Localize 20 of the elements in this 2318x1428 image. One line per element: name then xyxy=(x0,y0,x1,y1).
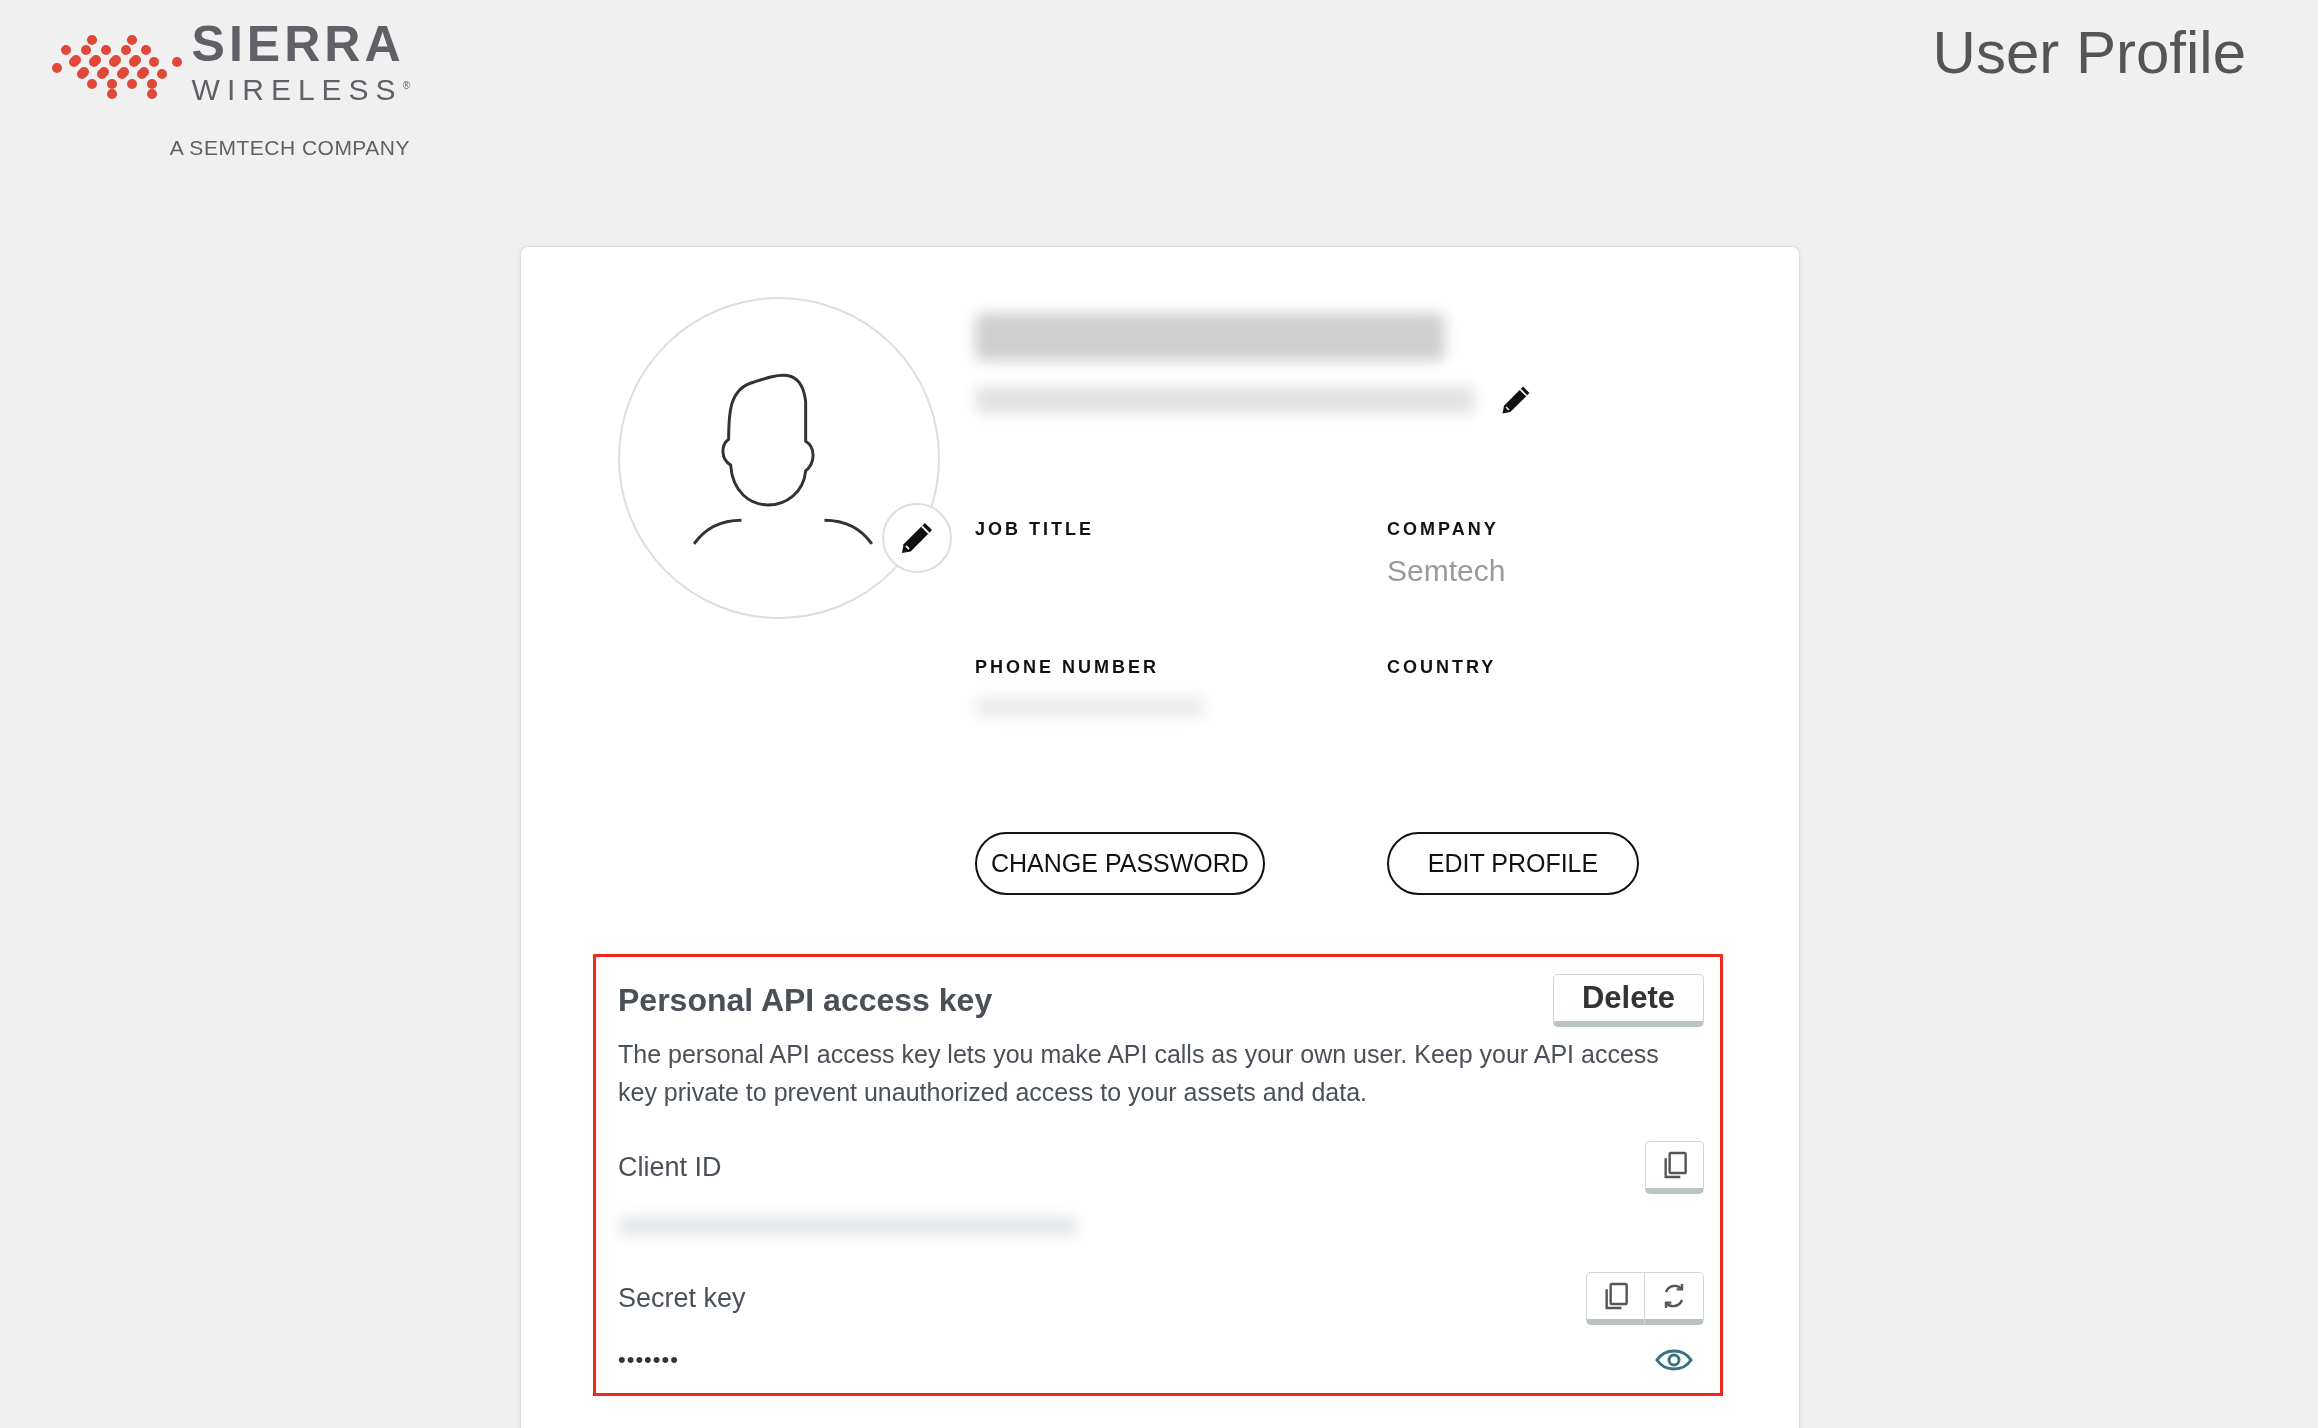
secret-key-label: Secret key xyxy=(618,1283,746,1314)
description-text: The personal API access key lets you make API calls as your own user. Keep your API access key private to prevent unauthorized access to your assets and data. xyxy=(618,1039,1660,1108)
field-label: COUNTRY xyxy=(1387,657,1497,678)
field-label: JOB TITLE xyxy=(975,519,1094,540)
section-title: Personal API access key xyxy=(618,982,993,1019)
field-label: COMPANY xyxy=(1387,519,1499,540)
refresh-button[interactable] xyxy=(1645,1272,1704,1325)
page-title: User Profile xyxy=(1932,18,2246,87)
field-value: Semtech xyxy=(1387,554,1506,588)
copy-button[interactable] xyxy=(1645,1141,1704,1194)
copy-button[interactable] xyxy=(1586,1272,1645,1325)
delete-button[interactable]: Delete xyxy=(1553,974,1704,1027)
logo-wordmark: SIERRA xyxy=(191,20,405,68)
outline-button[interactable]: EDIT PROFILE xyxy=(1387,832,1639,895)
logo-subtitle: WIRELESS$^{®}$ xyxy=(191,72,410,108)
client-id-label: Client ID xyxy=(618,1152,722,1183)
secret-key-value: ••••••• xyxy=(618,1347,679,1373)
outline-button[interactable]: CHANGE PASSWORD xyxy=(975,832,1265,895)
logo-tagline: A SEMTECH COMPANY xyxy=(169,136,410,160)
field-label: PHONE NUMBER xyxy=(975,657,1159,678)
